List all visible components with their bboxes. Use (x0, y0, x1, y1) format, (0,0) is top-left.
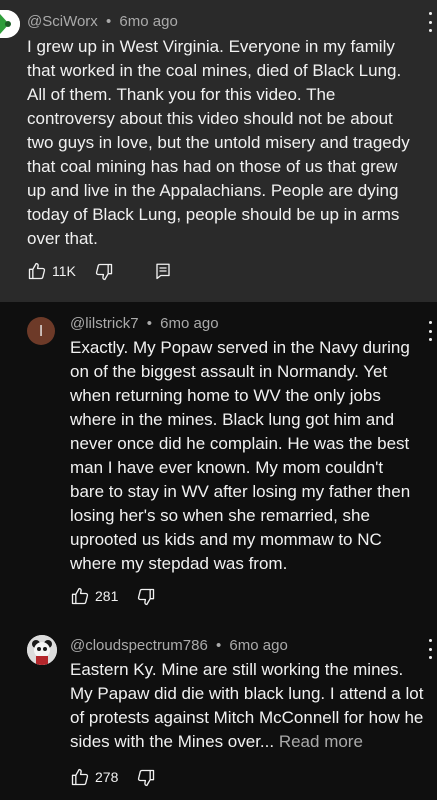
more-options-button[interactable] (424, 639, 436, 659)
comment-item: @SciWorx • 6mo ago I grew up in West Vir… (0, 0, 437, 302)
thumbs-down-icon (95, 263, 113, 281)
comment-text: I grew up in West Virginia. Everyone in … (27, 37, 410, 248)
comment-author[interactable]: @SciWorx (27, 13, 98, 30)
comment-meta: @cloudspectrum786 • 6mo ago (70, 637, 288, 654)
comment-meta: @SciWorx • 6mo ago (27, 13, 178, 30)
comment-item: @cloudspectrum786 • 6mo ago Eastern Ky. … (0, 622, 437, 800)
comment-time: 6mo ago (160, 315, 219, 332)
comment-time: 6mo ago (119, 13, 178, 30)
thumbs-up-icon (28, 262, 46, 280)
avatar[interactable]: l (27, 317, 55, 345)
comment-author[interactable]: @cloudspectrum786 (70, 637, 208, 654)
thumbs-up-icon (71, 587, 89, 605)
more-options-button[interactable] (424, 12, 436, 32)
comment-time: 6mo ago (229, 637, 288, 654)
thumbs-down-icon (137, 769, 155, 787)
comment-text: Eastern Ky. Mine are still working the m… (70, 658, 426, 754)
sciworx-logo-icon (0, 10, 20, 38)
panda-avatar-icon (27, 635, 57, 665)
reply-comment-icon (156, 263, 170, 280)
dislike-button[interactable] (136, 768, 156, 788)
meta-separator: • (215, 637, 222, 654)
comment-item: l @lilstrick7 • 6mo ago Exactly. My Popa… (0, 302, 437, 622)
avatar[interactable] (27, 635, 57, 665)
comment-meta: @lilstrick7 • 6mo ago (70, 315, 219, 332)
thumbs-down-icon (137, 588, 155, 606)
comment-text-truncated: Eastern Ky. Mine are still working the m… (70, 660, 424, 751)
like-count: 281 (95, 588, 119, 604)
like-count: 11K (52, 263, 76, 279)
more-options-button[interactable] (424, 321, 436, 341)
meta-separator: • (146, 315, 152, 332)
meta-separator: • (105, 13, 112, 30)
like-button[interactable]: 278 (70, 767, 118, 787)
reply-button[interactable] (154, 262, 172, 280)
read-more-link[interactable]: Read more (279, 732, 363, 751)
like-button[interactable]: 281 (70, 586, 118, 606)
dislike-button[interactable] (136, 587, 156, 607)
avatar-letter: l (39, 322, 43, 340)
thumbs-up-icon (71, 768, 89, 786)
like-count: 278 (95, 769, 119, 785)
dislike-button[interactable] (94, 262, 114, 282)
comment-text: Exactly. My Popaw served in the Navy dur… (70, 338, 411, 573)
comment-author[interactable]: @lilstrick7 (70, 315, 139, 332)
like-button[interactable]: 11K (27, 261, 76, 281)
avatar[interactable] (0, 10, 20, 38)
